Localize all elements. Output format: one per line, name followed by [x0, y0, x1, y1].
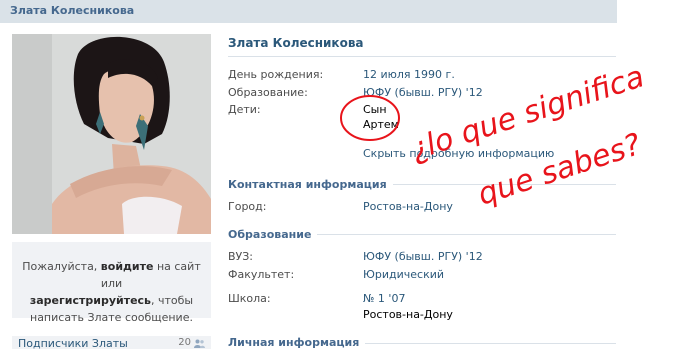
education-label: Образование:	[228, 86, 308, 99]
login-text: Пожалуйста,	[22, 260, 101, 273]
child-relation: Сын	[363, 103, 387, 116]
people-icon	[194, 339, 205, 348]
subscribers-link[interactable]: Подписчики Златы 20	[12, 336, 211, 350]
subscribers-count: 20	[178, 337, 191, 348]
school-city: Ростов-на-Дону	[363, 308, 453, 321]
university-value[interactable]: ЮФУ (бывш. РГУ) '12	[363, 250, 483, 263]
university-label: ВУЗ:	[228, 250, 254, 263]
login-prompt-box: Пожалуйста, войдите на сайт или зарегист…	[12, 242, 211, 324]
annotation-line-2: que sabes?	[474, 127, 646, 213]
birthday-value[interactable]: 12 июля 1990 г.	[363, 68, 455, 81]
personal-heading: Личная информация	[228, 336, 366, 349]
login-line-3: написать Злате сообщение.	[30, 311, 193, 324]
subscribers-label: Подписчики Златы	[18, 337, 128, 350]
login-link[interactable]: войдите	[101, 260, 154, 273]
faculty-value[interactable]: Юридический	[363, 268, 444, 281]
city-value[interactable]: Ростов-на-Дону	[363, 200, 453, 213]
profile-photo[interactable]	[12, 34, 211, 234]
profile-name: Злата Колесникова	[228, 36, 364, 50]
header-title: Злата Колесникова	[10, 4, 135, 17]
school-label: Школа:	[228, 292, 271, 305]
city-label: Город:	[228, 200, 267, 213]
toggle-details-link[interactable]: Скрыть подробную информацию	[363, 147, 554, 160]
education-value[interactable]: ЮФУ (бывш. РГУ) '12	[363, 86, 483, 99]
divider	[228, 56, 616, 57]
children-label: Дети:	[228, 103, 261, 116]
profile-header-bar: Злата Колесникова	[0, 0, 617, 23]
register-link[interactable]: зарегистрируйтесь	[30, 294, 151, 307]
contact-heading: Контактная информация	[228, 178, 393, 191]
child-name: Артем	[363, 118, 399, 131]
education-heading: Образование	[228, 228, 318, 241]
login-line-1: Пожалуйста, войдите на сайт или	[12, 258, 211, 292]
birthday-label: День рождения:	[228, 68, 324, 81]
faculty-label: Факультет:	[228, 268, 295, 281]
school-value[interactable]: № 1 '07	[363, 292, 405, 305]
login-text: , чтобы	[151, 294, 194, 307]
login-line-2: зарегистрируйтесь, чтобы	[12, 292, 211, 309]
